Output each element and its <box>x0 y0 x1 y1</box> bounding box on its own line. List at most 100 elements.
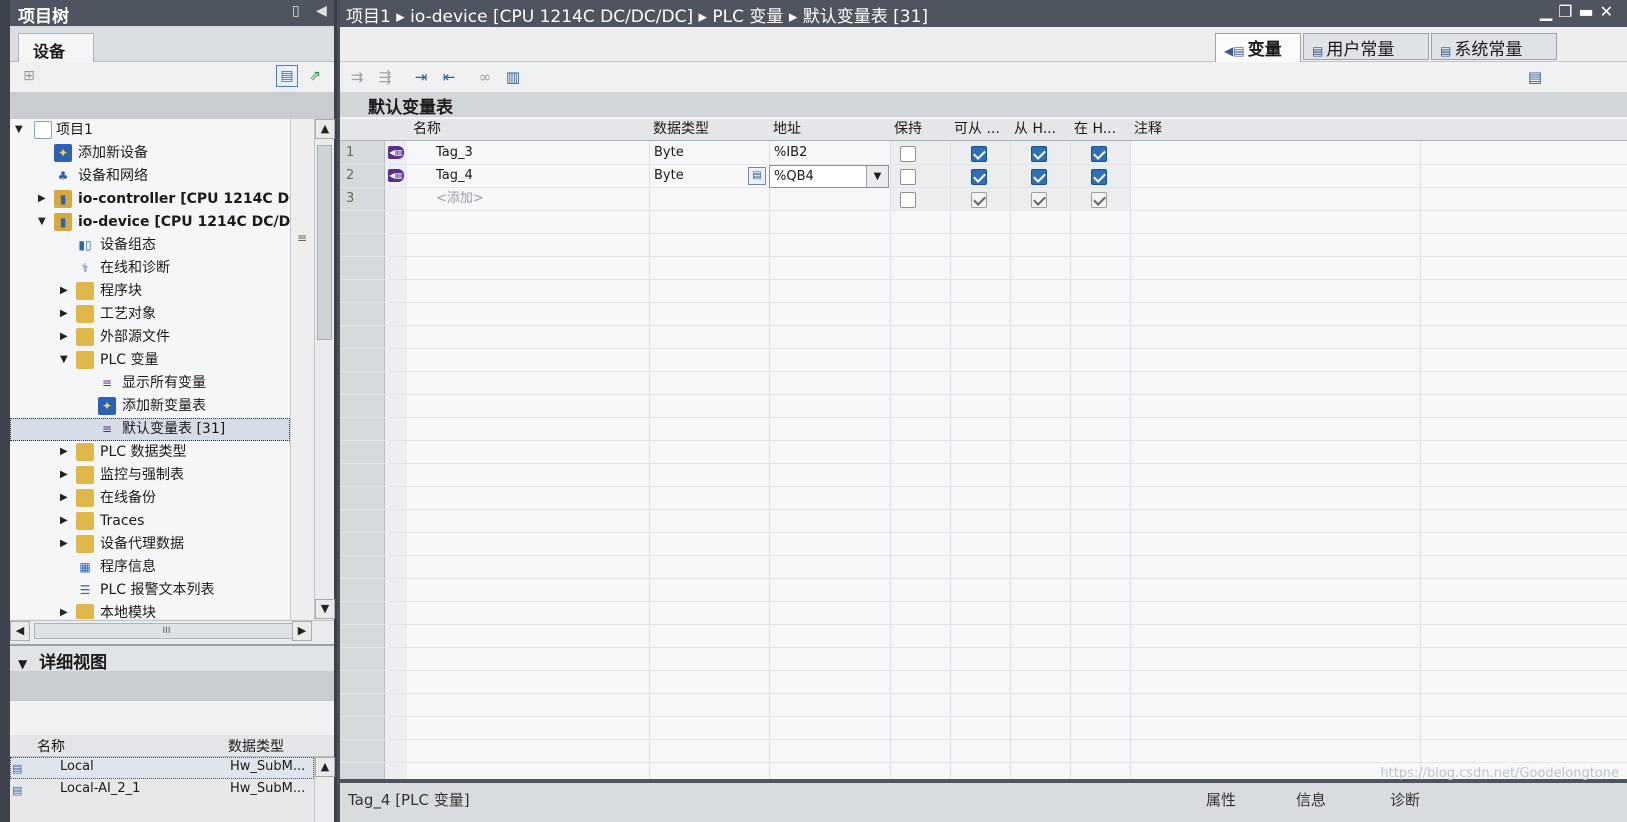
monitor-all-icon[interactable]: ∞ <box>474 66 496 88</box>
expand-right-icon[interactable]: ▶ <box>60 487 72 509</box>
tag-name[interactable]: Tag_4 <box>436 165 473 187</box>
tree-item-device-proxy-data[interactable]: ▶ 设备代理数据 <box>10 533 290 556</box>
col-comment[interactable]: 注释 <box>1134 119 1162 140</box>
tree-item-program-blocks[interactable]: ▶ 程序块 <box>10 280 290 303</box>
tree-item-online-diagnostics[interactable]: ⚕ 在线和诊断 <box>10 257 290 280</box>
address-input[interactable]: %QB4 ▼ <box>769 165 889 188</box>
new-folder-icon[interactable]: ⊞ <box>18 66 40 88</box>
minimize-icon[interactable]: ▁ <box>1540 2 1558 21</box>
expand-down-icon[interactable]: ▼ <box>15 119 27 141</box>
col-address[interactable]: 地址 <box>773 119 801 140</box>
tree-item-project[interactable]: ▼ 项目1 <box>10 119 290 142</box>
expand-down-icon[interactable]: ▼ <box>38 211 50 233</box>
scroll-thumb[interactable] <box>317 145 332 340</box>
insert-row-icon[interactable]: ⇉ <box>346 66 368 88</box>
expand-down-icon[interactable]: ▼ <box>60 349 72 371</box>
tree-item-watch-force-tables[interactable]: ▶ 监控与强制表 <box>10 464 290 487</box>
tree-item-tech-objects[interactable]: ▶ 工艺对象 <box>10 303 290 326</box>
expand-right-icon[interactable]: ▶ <box>60 303 72 325</box>
scroll-right-icon[interactable]: ▶ <box>292 621 312 641</box>
tree-item-plc-data-types[interactable]: ▶ PLC 数据类型 <box>10 441 290 464</box>
import-icon[interactable]: ⇤ <box>438 66 460 88</box>
table-row[interactable]: 2 ◀▥ Tag_4 Byte ▤ %QB4 ▼ <box>340 165 1627 188</box>
splitter-grip-icon[interactable]: ≡ <box>297 231 307 245</box>
tag-data-type[interactable]: Byte <box>654 165 684 187</box>
retain-checkbox[interactable] <box>900 192 916 208</box>
tree-item-add-device[interactable]: ✦ 添加新设备 <box>10 142 290 165</box>
tree-vertical-scrollbar[interactable]: ▲ ▼ <box>314 119 335 619</box>
tree-horizontal-scrollbar[interactable]: ◀ III ▶ <box>10 620 334 641</box>
expand-right-icon[interactable]: ▶ <box>60 441 72 463</box>
col-visible-in-hmi[interactable]: 在 H... <box>1074 119 1116 140</box>
hmi-writable-checkbox[interactable] <box>1031 169 1047 185</box>
col-name[interactable]: 名称 <box>413 119 441 140</box>
dropdown-arrow-icon[interactable]: ▼ <box>866 166 888 187</box>
tree-item-local-modules[interactable]: ▶ 本地模块 <box>10 602 290 619</box>
hmi-writable-checkbox[interactable] <box>1031 192 1047 208</box>
tag-address[interactable]: %IB2 <box>774 142 807 164</box>
scroll-down-icon[interactable]: ▼ <box>315 599 335 619</box>
hmi-accessible-checkbox[interactable] <box>971 192 987 208</box>
scroll-up-icon[interactable]: ▲ <box>315 757 335 777</box>
detail-col-name[interactable]: 名称 <box>37 736 65 756</box>
tag-data-type[interactable]: Byte <box>654 142 684 164</box>
tab-user-constants[interactable]: ▤ 用户常量 <box>1303 33 1429 60</box>
tree-item-add-tag-table[interactable]: ✦ 添加新变量表 <box>10 395 290 418</box>
tree-item-traces[interactable]: ▶ Traces <box>10 510 290 533</box>
retain-checkbox[interactable] <box>900 146 916 162</box>
tree-item-external-sources[interactable]: ▶ 外部源文件 <box>10 326 290 349</box>
hmi-visible-checkbox[interactable] <box>1091 169 1107 185</box>
tree-item-io-device[interactable]: ▼ ▮ io-device [CPU 1214C DC/DC/... <box>10 211 290 234</box>
tree-item-plc-tags[interactable]: ▼ PLC 变量 <box>10 349 290 372</box>
pin-icon[interactable]: ▯ <box>292 3 300 19</box>
col-writable-from-hmi[interactable]: 从 H... <box>1014 119 1056 140</box>
hmi-visible-checkbox[interactable] <box>1091 146 1107 162</box>
expand-right-icon[interactable]: ▶ <box>60 326 72 348</box>
type-list-icon[interactable]: ▤ <box>748 167 766 185</box>
collapse-down-icon[interactable]: ▼ <box>18 657 27 671</box>
add-row-icon[interactable]: ⇶ <box>374 66 396 88</box>
tab-tags[interactable]: ◀▤ 变量 <box>1215 33 1301 62</box>
tab-devices[interactable]: 设备 <box>18 33 94 63</box>
detail-row[interactable]: ▤ Local-AI_2_1 Hw_SubM... <box>10 779 314 801</box>
tree-splitter[interactable]: ≡ <box>290 119 314 619</box>
tag-name[interactable]: Tag_3 <box>436 142 473 164</box>
tree-item-io-controller[interactable]: ▶ ▮ io-controller [CPU 1214C DC/... <box>10 188 290 211</box>
hmi-visible-checkbox[interactable] <box>1091 192 1107 208</box>
hmi-accessible-checkbox[interactable] <box>971 169 987 185</box>
tree-item-plc-alarm-text-lists[interactable]: ☰ PLC 报警文本列表 <box>10 579 290 602</box>
tree-item-device-config[interactable]: ▮▯ 设备组态 <box>10 234 290 257</box>
expand-right-icon[interactable]: ▶ <box>60 280 72 302</box>
tree-item-online-backups[interactable]: ▶ 在线备份 <box>10 487 290 510</box>
float-icon[interactable]: ❐ <box>1558 2 1578 21</box>
expand-right-icon[interactable]: ▶ <box>60 602 72 619</box>
hscroll-thumb[interactable]: III <box>34 623 299 639</box>
col-retain[interactable]: 保持 <box>894 119 922 140</box>
maximize-icon[interactable]: ▬ <box>1578 2 1599 21</box>
expand-right-icon[interactable]: ▶ <box>60 464 72 486</box>
scroll-up-icon[interactable]: ▲ <box>315 119 335 139</box>
hmi-writable-checkbox[interactable] <box>1031 146 1047 162</box>
tab-properties[interactable]: 属性 <box>1206 789 1236 810</box>
expand-right-icon[interactable]: ▶ <box>60 510 72 532</box>
tab-info[interactable]: 信息 <box>1296 789 1326 810</box>
col-data-type[interactable]: 数据类型 <box>653 119 709 140</box>
tree-item-show-all-tags[interactable]: ≡ 显示所有变量 <box>10 372 290 395</box>
tree-item-program-info[interactable]: ▦ 程序信息 <box>10 556 290 579</box>
show-columns-icon[interactable]: ▤ <box>1524 66 1546 88</box>
export-icon[interactable]: ⇥ <box>410 66 432 88</box>
tab-system-constants[interactable]: ▤ 系统常量 <box>1431 33 1557 60</box>
go-online-icon[interactable]: ⇗ <box>304 66 326 88</box>
detail-col-type[interactable]: 数据类型 <box>228 736 284 756</box>
keep-actual-values-icon[interactable]: ▥ <box>502 66 524 88</box>
overview-icon[interactable]: ▤ <box>276 65 298 87</box>
detail-row[interactable]: ▤ Local Hw_SubM... <box>10 757 314 779</box>
expand-right-icon[interactable]: ▶ <box>60 533 72 555</box>
table-row-add[interactable]: 3 <添加> <box>340 188 1627 211</box>
collapse-left-icon[interactable]: ◀ <box>316 3 327 19</box>
detail-view-header[interactable]: ▼ 详细视图 <box>10 644 334 673</box>
detail-vertical-scrollbar[interactable]: ▲ <box>314 757 335 822</box>
scroll-left-icon[interactable]: ◀ <box>10 621 30 641</box>
expand-right-icon[interactable]: ▶ <box>38 188 50 210</box>
tree-item-devices-networks[interactable]: ♣ 设备和网络 <box>10 165 290 188</box>
